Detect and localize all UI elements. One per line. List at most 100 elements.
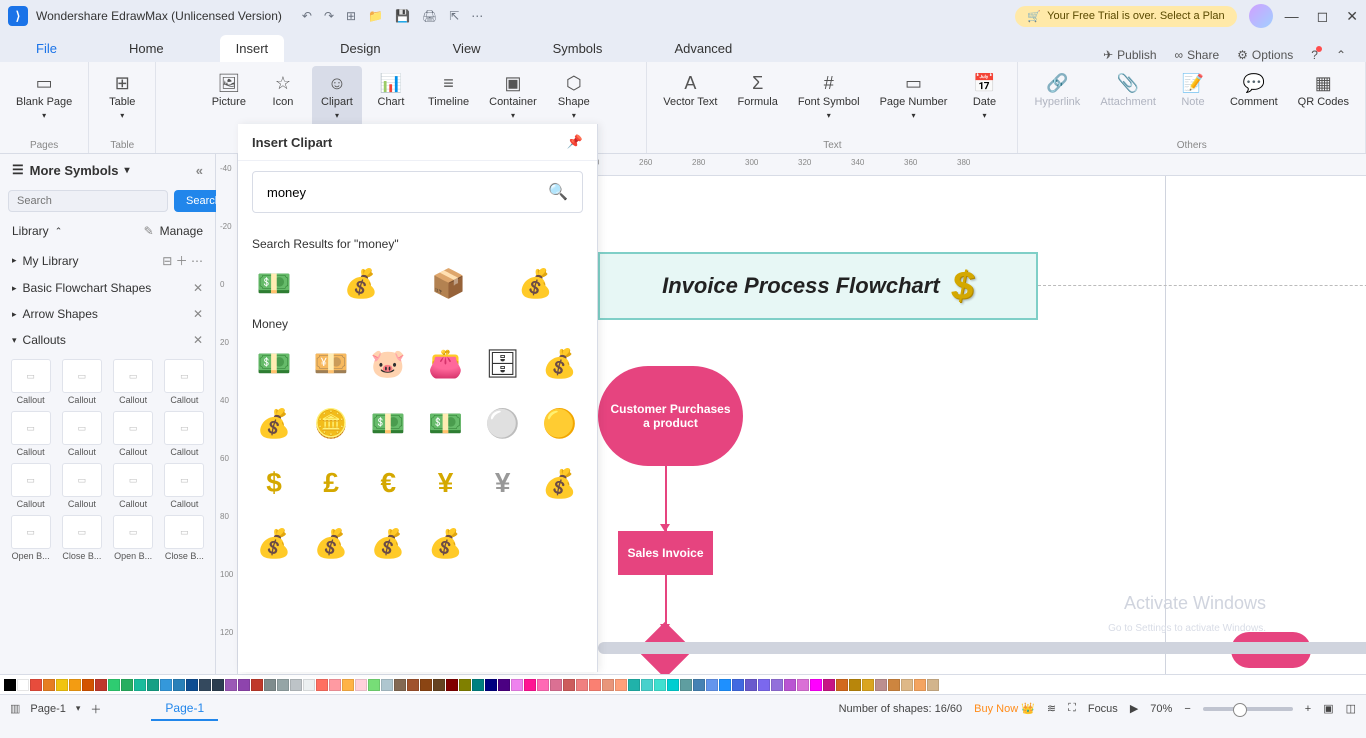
close-section-icon[interactable]: ✕ — [193, 307, 203, 321]
color-swatch[interactable] — [186, 679, 198, 691]
color-swatch[interactable] — [30, 679, 42, 691]
callout-shape-item[interactable]: ▭Open B... — [8, 515, 53, 561]
color-swatch[interactable] — [316, 679, 328, 691]
clipart-yen-bag2[interactable]: 💰 — [424, 521, 468, 565]
focus-label[interactable]: Focus — [1088, 703, 1118, 715]
color-swatch[interactable] — [680, 679, 692, 691]
note-button[interactable]: 📝Note — [1168, 66, 1218, 138]
export-icon[interactable]: ⇱ — [449, 9, 459, 23]
color-swatch[interactable] — [745, 679, 757, 691]
color-swatch[interactable] — [537, 679, 549, 691]
my-library-section[interactable]: ▸ My Library ⊟ ＋ ⋯ — [0, 246, 215, 275]
color-swatch[interactable] — [784, 679, 796, 691]
color-swatch[interactable] — [875, 679, 887, 691]
basic-shapes-section[interactable]: ▸ Basic Flowchart Shapes ✕ — [0, 275, 215, 301]
color-swatch[interactable] — [290, 679, 302, 691]
color-swatch[interactable] — [43, 679, 55, 691]
color-swatch[interactable] — [550, 679, 562, 691]
collapse-ribbon-icon[interactable]: ⌃ — [1336, 48, 1346, 62]
color-swatch[interactable] — [472, 679, 484, 691]
clipart-euro-sign[interactable]: € — [366, 461, 410, 505]
clipart-dollar-note[interactable]: 💵 — [424, 401, 468, 445]
zoom-slider[interactable] — [1203, 707, 1293, 711]
help-icon[interactable]: ? — [1311, 48, 1318, 62]
color-swatch[interactable] — [69, 679, 81, 691]
color-swatch[interactable] — [498, 679, 510, 691]
flowchart-title-box[interactable]: Invoice Process Flowchart $ — [598, 252, 1038, 320]
pin-icon[interactable]: 📌 — [567, 134, 583, 150]
callout-shape-item[interactable]: ▭Callout — [8, 359, 53, 405]
user-avatar[interactable] — [1249, 4, 1273, 28]
menu-symbols[interactable]: Symbols — [537, 35, 619, 62]
clipart-search-input[interactable] — [267, 185, 548, 200]
color-swatch[interactable] — [667, 679, 679, 691]
layout-icon[interactable]: ▥ — [10, 702, 20, 715]
color-swatch[interactable] — [758, 679, 770, 691]
clipart-banknote[interactable]: 💵 — [366, 401, 410, 445]
font-symbol-button[interactable]: #Font Symbol▾ — [790, 66, 868, 138]
color-swatch[interactable] — [576, 679, 588, 691]
color-swatch[interactable] — [563, 679, 575, 691]
clipart-dollar-bill[interactable]: 💵 — [252, 261, 296, 305]
color-swatch[interactable] — [342, 679, 354, 691]
color-swatch[interactable] — [4, 679, 16, 691]
more-symbols-title[interactable]: More Symbols — [30, 163, 119, 178]
color-swatch[interactable] — [628, 679, 640, 691]
attachment-button[interactable]: 📎Attachment — [1092, 66, 1164, 138]
callout-shape-item[interactable]: ▭Callout — [59, 411, 104, 457]
clipart-gold-coins[interactable]: 🪙 — [309, 401, 353, 445]
color-swatch[interactable] — [901, 679, 913, 691]
clipart-piggy-bank[interactable]: 🐷 — [366, 341, 410, 385]
color-swatch[interactable] — [264, 679, 276, 691]
zoom-out-icon[interactable]: − — [1184, 703, 1190, 715]
callouts-section[interactable]: ▾ Callouts ✕ — [0, 327, 215, 353]
clipart-coin-bag[interactable]: 💰 — [252, 401, 296, 445]
clipart-treasure-chest[interactable]: 📦 — [427, 261, 471, 305]
collapse-panel-icon[interactable]: « — [196, 163, 203, 178]
callout-shape-item[interactable]: ▭Callout — [111, 359, 156, 405]
fullscreen-icon[interactable]: ⛶ — [1068, 702, 1076, 715]
callout-shape-item[interactable]: ▭Callout — [162, 411, 207, 457]
color-swatch[interactable] — [719, 679, 731, 691]
color-swatch[interactable] — [277, 679, 289, 691]
color-swatch[interactable] — [602, 679, 614, 691]
color-swatch[interactable] — [485, 679, 497, 691]
color-swatch[interactable] — [823, 679, 835, 691]
clipart-dollar-sign[interactable]: $ — [252, 461, 296, 505]
color-swatch[interactable] — [849, 679, 861, 691]
page-tab-left[interactable]: Page-1 — [30, 703, 65, 715]
color-swatch[interactable] — [797, 679, 809, 691]
clipart-sack[interactable]: 💰 — [538, 341, 582, 385]
color-swatch[interactable] — [82, 679, 94, 691]
horizontal-scrollbar[interactable] — [598, 642, 1366, 654]
color-swatch[interactable] — [589, 679, 601, 691]
vector-text-button[interactable]: AVector Text — [655, 66, 725, 138]
color-swatch[interactable] — [706, 679, 718, 691]
page-number-button[interactable]: ▭Page Number▾ — [872, 66, 956, 138]
flowchart-process-node[interactable]: Sales Invoice — [618, 531, 713, 575]
clipart-pound-bag[interactable]: 💰 — [252, 521, 296, 565]
clipart-euro-bag[interactable]: 💰 — [309, 521, 353, 565]
publish-link[interactable]: ✈ Publish — [1103, 48, 1156, 62]
save-icon[interactable]: 💾 — [395, 9, 410, 23]
options-link[interactable]: ⚙ Options — [1237, 48, 1293, 62]
chevron-down-icon[interactable]: ▾ — [76, 703, 81, 714]
color-swatch[interactable] — [147, 679, 159, 691]
clipart-pound-sign[interactable]: £ — [309, 461, 353, 505]
color-swatch[interactable] — [160, 679, 172, 691]
print-icon[interactable]: 🖨 — [422, 9, 437, 23]
page-tab-active[interactable]: Page-1 — [151, 697, 218, 721]
symbols-search-input[interactable] — [8, 190, 168, 212]
clipart-dollar-bag[interactable]: 💰 — [538, 461, 582, 505]
color-swatch[interactable] — [368, 679, 380, 691]
open-icon[interactable]: 📁 — [368, 9, 383, 23]
search-icon[interactable]: 🔍 — [548, 182, 568, 202]
callout-shape-item[interactable]: ▭Callout — [8, 411, 53, 457]
comment-button[interactable]: 💬Comment — [1222, 66, 1286, 138]
color-swatch[interactable] — [225, 679, 237, 691]
menu-view[interactable]: View — [437, 35, 497, 62]
undo-icon[interactable]: ↶ — [302, 9, 312, 23]
trial-badge[interactable]: 🛒 Your Free Trial is over. Select a Plan — [1015, 6, 1236, 27]
fit-width-icon[interactable]: ◫ — [1346, 702, 1356, 715]
color-swatch[interactable] — [771, 679, 783, 691]
